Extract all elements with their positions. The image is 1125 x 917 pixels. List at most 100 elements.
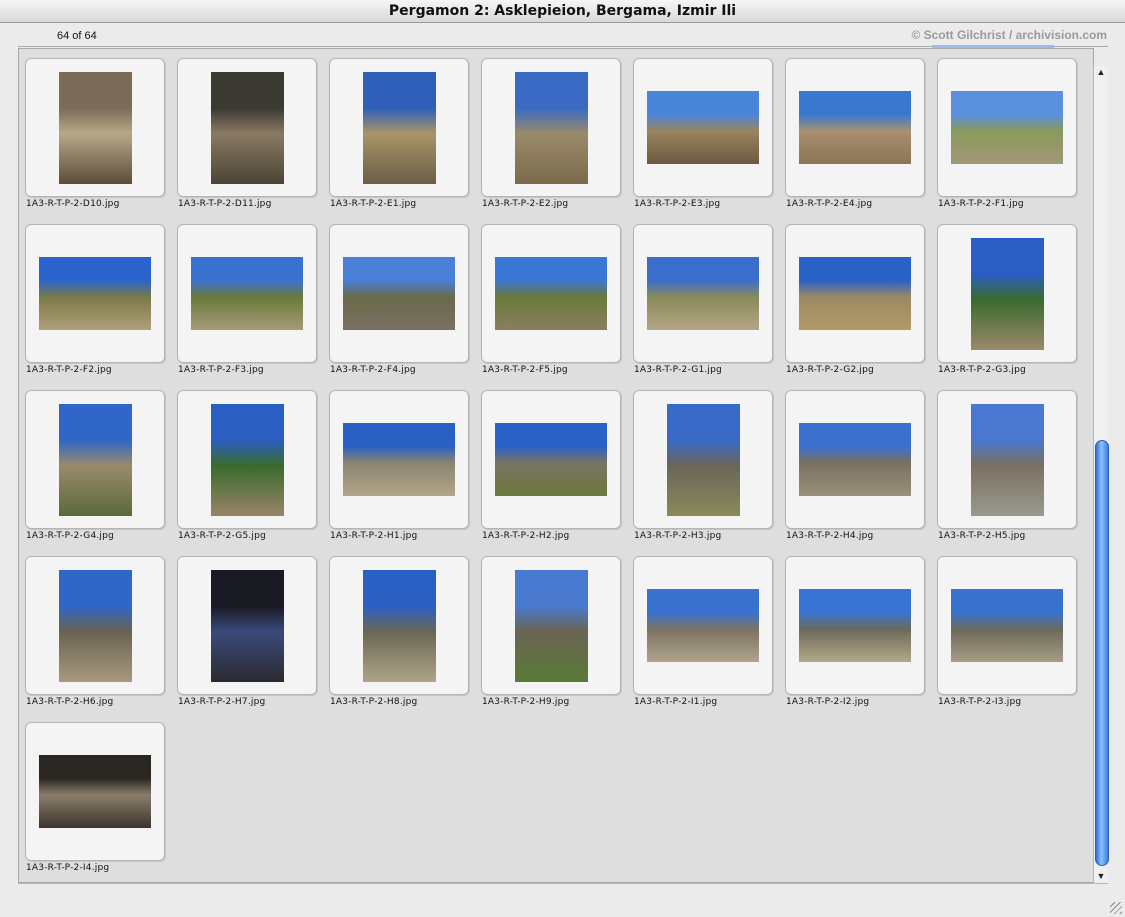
thumbnail-image[interactable] [647, 589, 759, 662]
thumbnail-cell[interactable]: 1A3-R-T-P-2-I2.jpg [785, 556, 925, 722]
thumbnail-browser[interactable]: 1A3-R-T-P-2-D10.jpg 1A3-R-T-P-2-D11.jpg 1A… [18, 48, 1094, 883]
thumbnail-image[interactable] [647, 257, 759, 330]
thumbnail-filename: 1A3-R-T-P-2-D11.jpg [178, 199, 272, 209]
slide-mount[interactable] [329, 58, 469, 197]
slide-mount[interactable] [177, 556, 317, 695]
thumbnail-cell[interactable]: 1A3-R-T-P-2-I4.jpg [25, 722, 165, 882]
thumbnail-image[interactable] [59, 72, 132, 184]
thumbnail-cell[interactable]: 1A3-R-T-P-2-I1.jpg [633, 556, 773, 722]
thumbnail-cell[interactable]: 1A3-R-T-P-2-H1.jpg [329, 390, 469, 556]
slide-mount[interactable] [329, 224, 469, 363]
thumbnail-cell[interactable]: 1A3-R-T-P-2-D11.jpg [177, 58, 317, 224]
thumbnail-image[interactable] [191, 257, 303, 330]
thumbnail-image[interactable] [39, 257, 151, 330]
thumbnail-cell[interactable]: 1A3-R-T-P-2-H2.jpg [481, 390, 621, 556]
thumbnail-image[interactable] [515, 72, 588, 184]
thumbnail-image[interactable] [799, 91, 911, 164]
scroll-thumb[interactable] [1095, 440, 1109, 866]
thumbnail-cell[interactable]: 1A3-R-T-P-2-D10.jpg [25, 58, 165, 224]
thumbnail-filename: 1A3-R-T-P-2-I4.jpg [26, 863, 110, 873]
resize-grip-icon[interactable] [1110, 902, 1122, 914]
thumbnail-image[interactable] [495, 423, 607, 496]
slide-mount[interactable] [937, 390, 1077, 529]
slide-mount[interactable] [633, 390, 773, 529]
thumbnail-image[interactable] [343, 257, 455, 330]
thumbnail-image[interactable] [799, 257, 911, 330]
slide-mount[interactable] [937, 58, 1077, 197]
slide-mount[interactable] [785, 224, 925, 363]
slide-mount[interactable] [25, 722, 165, 861]
thumbnail-image[interactable] [343, 423, 455, 496]
thumbnail-cell[interactable]: 1A3-R-T-P-2-H8.jpg [329, 556, 469, 722]
thumbnail-image[interactable] [647, 91, 759, 164]
thumbnail-cell[interactable]: 1A3-R-T-P-2-E2.jpg [481, 58, 621, 224]
thumbnail-image[interactable] [211, 570, 284, 682]
thumbnail-cell[interactable]: 1A3-R-T-P-2-E4.jpg [785, 58, 925, 224]
thumbnail-image[interactable] [39, 755, 151, 828]
thumbnail-cell[interactable]: 1A3-R-T-P-2-E3.jpg [633, 58, 773, 224]
slide-mount[interactable] [25, 224, 165, 363]
slide-mount[interactable] [481, 58, 621, 197]
thumbnail-cell[interactable]: 1A3-R-T-P-2-H3.jpg [633, 390, 773, 556]
thumbnail-image[interactable] [971, 404, 1044, 516]
thumbnail-cell[interactable]: 1A3-R-T-P-2-G2.jpg [785, 224, 925, 390]
thumbnail-filename: 1A3-R-T-P-2-H3.jpg [634, 531, 722, 541]
slide-mount[interactable] [25, 556, 165, 695]
slide-mount[interactable] [785, 556, 925, 695]
thumbnail-cell[interactable]: 1A3-R-T-P-2-G4.jpg [25, 390, 165, 556]
slide-mount[interactable] [177, 224, 317, 363]
thumbnail-image[interactable] [515, 570, 588, 682]
thumbnail-cell[interactable]: 1A3-R-T-P-2-H4.jpg [785, 390, 925, 556]
thumbnail-cell[interactable]: 1A3-R-T-P-2-I3.jpg [937, 556, 1077, 722]
slide-mount[interactable] [177, 390, 317, 529]
slide-mount[interactable] [481, 390, 621, 529]
slide-mount[interactable] [25, 390, 165, 529]
thumbnail-cell[interactable]: 1A3-R-T-P-2-H9.jpg [481, 556, 621, 722]
thumbnail-image[interactable] [59, 404, 132, 516]
thumbnail-image[interactable] [799, 423, 911, 496]
thumbnail-image[interactable] [363, 72, 436, 184]
thumbnail-image[interactable] [495, 257, 607, 330]
slide-mount[interactable] [481, 224, 621, 363]
vertical-scrollbar[interactable]: ▲ ▼ [1093, 66, 1109, 882]
thumbnail-cell[interactable]: 1A3-R-T-P-2-F3.jpg [177, 224, 317, 390]
slide-mount[interactable] [329, 390, 469, 529]
thumbnail-image[interactable] [211, 404, 284, 516]
scroll-up-arrow-icon[interactable]: ▲ [1094, 66, 1108, 78]
thumbnail-image[interactable] [211, 72, 284, 184]
thumbnail-cell[interactable]: 1A3-R-T-P-2-F2.jpg [25, 224, 165, 390]
slide-mount[interactable] [633, 556, 773, 695]
thumbnail-image[interactable] [667, 404, 740, 516]
thumbnail-cell[interactable]: 1A3-R-T-P-2-G1.jpg [633, 224, 773, 390]
scroll-down-arrow-icon[interactable]: ▼ [1094, 870, 1108, 882]
slide-mount[interactable] [329, 556, 469, 695]
thumbnail-filename: 1A3-R-T-P-2-G3.jpg [938, 365, 1026, 375]
slide-mount[interactable] [785, 390, 925, 529]
slide-mount[interactable] [481, 556, 621, 695]
slide-mount[interactable] [633, 58, 773, 197]
thumbnail-cell[interactable]: 1A3-R-T-P-2-F1.jpg [937, 58, 1077, 224]
thumbnail-cell[interactable]: 1A3-R-T-P-2-H7.jpg [177, 556, 317, 722]
slide-mount[interactable] [785, 58, 925, 197]
slide-mount[interactable] [25, 58, 165, 197]
thumbnail-cell[interactable]: 1A3-R-T-P-2-G5.jpg [177, 390, 317, 556]
slide-mount[interactable] [937, 556, 1077, 695]
thumbnail-cell[interactable]: 1A3-R-T-P-2-G3.jpg [937, 224, 1077, 390]
thumbnail-image[interactable] [799, 589, 911, 662]
thumbnail-cell[interactable]: 1A3-R-T-P-2-E1.jpg [329, 58, 469, 224]
thumbnail-filename: 1A3-R-T-P-2-I1.jpg [634, 697, 718, 707]
slide-mount[interactable] [937, 224, 1077, 363]
slide-mount[interactable] [633, 224, 773, 363]
thumbnail-image[interactable] [59, 570, 132, 682]
thumbnail-cell[interactable]: 1A3-R-T-P-2-H5.jpg [937, 390, 1077, 556]
thumbnail-cell[interactable]: 1A3-R-T-P-2-F4.jpg [329, 224, 469, 390]
thumbnail-filename: 1A3-R-T-P-2-E1.jpg [330, 199, 417, 209]
thumbnail-image[interactable] [971, 238, 1044, 350]
thumbnail-cell[interactable]: 1A3-R-T-P-2-H6.jpg [25, 556, 165, 722]
thumbnail-image[interactable] [363, 570, 436, 682]
thumbnail-cell[interactable]: 1A3-R-T-P-2-F5.jpg [481, 224, 621, 390]
slide-mount[interactable] [177, 58, 317, 197]
thumbnail-image[interactable] [951, 91, 1063, 164]
thumbnail-image[interactable] [951, 589, 1063, 662]
thumbnail-filename: 1A3-R-T-P-2-G5.jpg [178, 531, 266, 541]
